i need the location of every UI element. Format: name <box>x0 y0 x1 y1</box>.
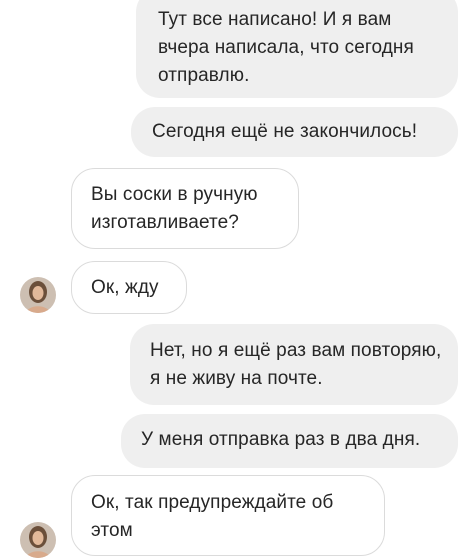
outgoing-message[interactable]: Сегодня ещё не закончилось! <box>131 107 458 157</box>
user-avatar-photo[interactable] <box>20 277 56 313</box>
outgoing-message[interactable]: Тут все написано! И я вам вчера написала… <box>136 0 458 98</box>
user-avatar-photo[interactable] <box>20 522 56 558</box>
message-text: Ок, жду <box>91 277 159 298</box>
message-text: У меня отправка раз в два дня. <box>141 429 421 450</box>
outgoing-message[interactable]: Нет, но я ещё раз вам повторяю, я не жив… <box>130 324 458 405</box>
incoming-message[interactable]: Ок, жду <box>71 261 187 314</box>
incoming-message[interactable]: Вы соски в ручную изготавливаете? <box>71 168 299 249</box>
message-text: Нет, но я ещё раз вам повторяю, я не жив… <box>150 340 442 389</box>
message-thread: Тут все написано! И я вам вчера написала… <box>0 0 464 560</box>
message-text: Тут все написано! И я вам вчера написала… <box>158 9 414 86</box>
message-text: Сегодня ещё не закончилось! <box>152 121 418 142</box>
message-text: Вы соски в ручную изготавливаете? <box>91 184 258 233</box>
incoming-message[interactable]: Ок, так предупреждайте об этом <box>71 475 385 556</box>
outgoing-message[interactable]: У меня отправка раз в два дня. <box>121 414 458 468</box>
message-text: Ок, так предупреждайте об этом <box>91 492 334 541</box>
